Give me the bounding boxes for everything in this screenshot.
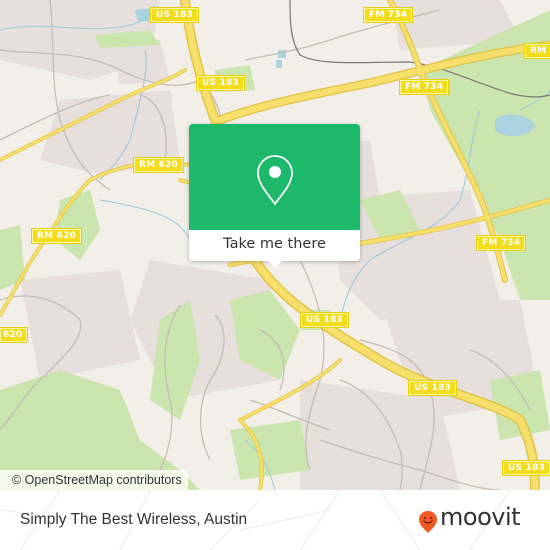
road-shield-rm620: RM 620 — [132, 157, 185, 173]
road-shield-us183: US 183 — [300, 312, 349, 328]
road-shield-us183: US 183 — [408, 380, 457, 396]
road-shield-rm620: 620 — [0, 327, 29, 343]
road-shield-fm734: FM 734 — [398, 79, 450, 95]
road-shield-fm734: FM 734 — [362, 7, 414, 23]
popup-header — [189, 124, 360, 230]
road-shield-fm734: FM 734 — [475, 235, 527, 251]
moovit-logo[interactable]: moovit — [418, 503, 538, 536]
road-shield-us183: US 183 — [502, 460, 550, 476]
location-popup: Take me there — [189, 124, 360, 268]
road-shield-rm620: RM 620 — [30, 228, 83, 244]
road-shield-us183: US 183 — [150, 7, 199, 23]
moovit-wordmark: moovit — [440, 503, 521, 531]
map-attribution[interactable]: © OpenStreetMap contributors — [0, 470, 188, 490]
place-name: Simply The Best Wireless, Austin — [20, 511, 248, 528]
take-me-there-button[interactable]: Take me there — [189, 230, 360, 261]
road-shield-us183: US 183 — [196, 75, 245, 91]
popup-footer: Take me there — [189, 230, 360, 261]
popup-pointer — [267, 260, 283, 268]
moovit-smile-pin-icon — [419, 511, 437, 533]
road-shield-rm: RM 6 — [523, 43, 550, 59]
map-pin-icon — [257, 155, 293, 206]
